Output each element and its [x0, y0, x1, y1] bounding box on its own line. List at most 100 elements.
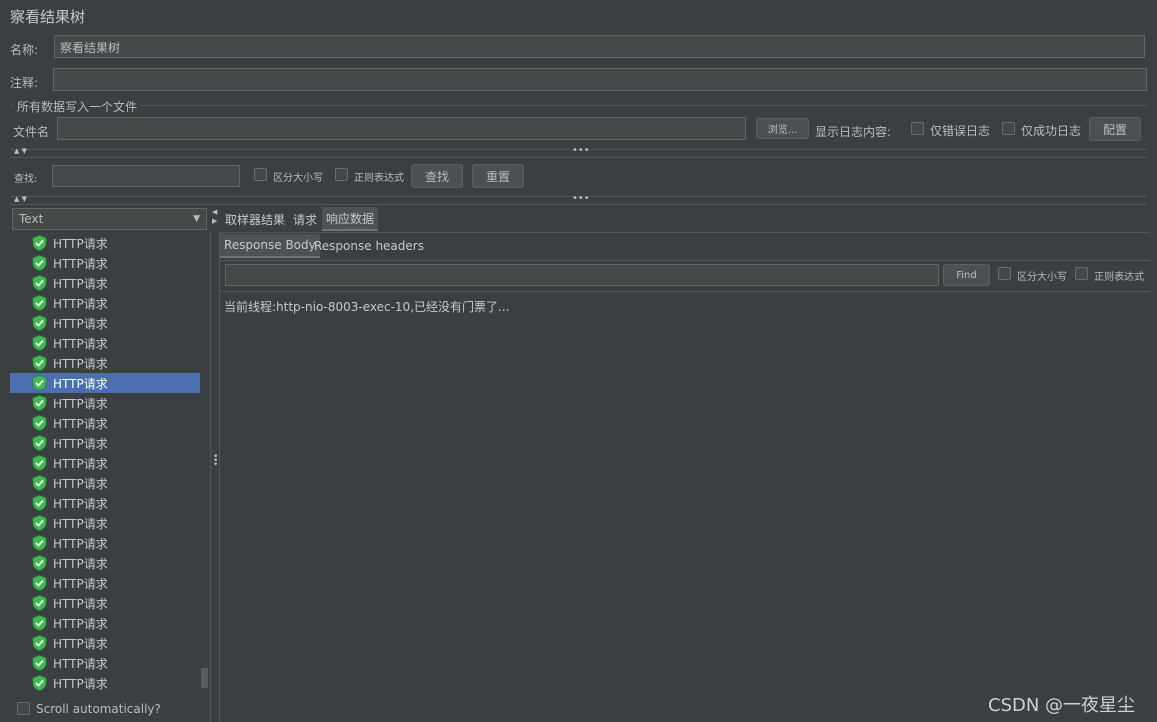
tree-item[interactable]: HTTP请求 [10, 353, 200, 373]
tree-item[interactable]: HTTP请求 [10, 593, 200, 613]
panel-divider-2 [219, 232, 220, 722]
panel-divider [210, 232, 211, 722]
response-case-label: 区分大小写 [1017, 272, 1067, 283]
subtabs-underline [220, 260, 1150, 261]
response-find-button[interactable]: Find [943, 264, 990, 286]
log-content-label: 显示日志内容: [815, 125, 892, 139]
comment-label: 注释: [10, 76, 39, 90]
filename-label: 文件名 [13, 125, 50, 139]
tree-scrollbar-thumb[interactable] [201, 668, 208, 688]
browse-button[interactable]: 浏览... [756, 118, 809, 139]
response-body-divider [220, 291, 1150, 292]
reset-button[interactable]: 重置 [472, 164, 524, 188]
subtab-response-headers[interactable]: Response headers [310, 234, 428, 258]
collapse-arrows-icon[interactable]: ◀ ▶ [212, 208, 217, 226]
tab-response-data[interactable]: 响应数据 [322, 207, 379, 231]
chevron-down-icon: ▼ [193, 214, 200, 224]
success-shield-icon [32, 375, 47, 391]
tree-item-label: HTTP请求 [53, 676, 108, 691]
tree-item[interactable]: HTTP请求 [10, 673, 200, 693]
tree-item[interactable]: HTTP请求 [10, 273, 200, 293]
name-input[interactable]: 察看结果树 [54, 35, 1145, 58]
tree-item[interactable]: HTTP请求 [10, 493, 200, 513]
splitter2-arrows-icon[interactable]: ▲ ▼ [14, 195, 27, 203]
tree-item[interactable]: HTTP请求 [10, 393, 200, 413]
search-regex-checkbox[interactable] [335, 168, 348, 181]
success-shield-icon [32, 595, 47, 611]
response-search-input[interactable] [225, 264, 939, 286]
splitter-line-bottom [10, 157, 1147, 158]
tree-item[interactable]: HTTP请求 [10, 433, 200, 453]
success-shield-icon [32, 655, 47, 671]
tree-item-label: HTTP请求 [53, 556, 108, 571]
errors-only-checkbox[interactable] [911, 122, 924, 135]
success-shield-icon [32, 615, 47, 631]
success-shield-icon [32, 495, 47, 511]
tree-item-label: HTTP请求 [53, 256, 108, 271]
splitter2-grip-icon[interactable]: ••• [572, 193, 590, 204]
tree-item[interactable]: HTTP请求 [10, 233, 200, 253]
search-case-checkbox[interactable] [254, 168, 267, 181]
success-shield-icon [32, 315, 47, 331]
tree-item[interactable]: HTTP请求 [10, 453, 200, 473]
tree-item-label: HTTP请求 [53, 496, 108, 511]
tabs-underline [220, 232, 1150, 233]
find-button[interactable]: 查找 [411, 164, 463, 188]
tree-item[interactable]: HTTP请求 [10, 473, 200, 493]
success-shield-icon [32, 255, 47, 271]
tree-item-label: HTTP请求 [53, 316, 108, 331]
panel-resize-handle-icon[interactable]: • • • [213, 453, 218, 470]
success-shield-icon [32, 675, 47, 691]
success-shield-icon [32, 415, 47, 431]
success-shield-icon [32, 335, 47, 351]
filename-input[interactable] [57, 117, 746, 140]
tree-item[interactable]: HTTP请求 [10, 553, 200, 573]
scroll-auto-label: Scroll automatically? [36, 702, 161, 716]
tree-item-label: HTTP请求 [53, 616, 108, 631]
errors-only-label: 仅错误日志 [930, 124, 991, 138]
splitter-arrows-icon[interactable]: ▲ ▼ [14, 147, 27, 155]
configure-button[interactable]: 配置 [1089, 117, 1141, 141]
splitter-grip-icon[interactable]: ••• [572, 145, 590, 156]
search-label: 查找: [14, 174, 38, 185]
comment-input[interactable] [53, 68, 1147, 91]
tree-item[interactable]: HTTP请求 [10, 653, 200, 673]
name-label: 名称: [10, 43, 39, 57]
success-shield-icon [32, 515, 47, 531]
window-title: 察看结果树 [10, 8, 86, 26]
tree-item-label: HTTP请求 [53, 396, 108, 411]
subtab-response-body[interactable]: Response Body [220, 234, 320, 258]
tab-request[interactable]: 请求 [289, 207, 321, 231]
scroll-auto-checkbox[interactable] [17, 702, 30, 715]
tree-item[interactable]: HTTP请求 [10, 573, 200, 593]
splitter2-line-bottom [10, 204, 1147, 205]
file-section-divider [10, 105, 1147, 106]
success-shield-icon [32, 435, 47, 451]
response-regex-checkbox[interactable] [1075, 267, 1088, 280]
response-case-checkbox[interactable] [998, 267, 1011, 280]
success-only-checkbox[interactable] [1002, 122, 1015, 135]
tree-item[interactable]: HTTP请求 [10, 613, 200, 633]
tree-item[interactable]: HTTP请求 [10, 333, 200, 353]
tree-item[interactable]: HTTP请求 [10, 633, 200, 653]
tree-item-label: HTTP请求 [53, 536, 108, 551]
tree-item-label: HTTP请求 [53, 376, 108, 391]
renderer-select[interactable]: Text ▼ [12, 208, 207, 230]
tree-item[interactable]: HTTP请求 [10, 293, 200, 313]
tree-item[interactable]: HTTP请求 [10, 533, 200, 553]
tree-item[interactable]: HTTP请求 [10, 313, 200, 333]
tree-item-label: HTTP请求 [53, 656, 108, 671]
success-only-label: 仅成功日志 [1021, 124, 1082, 138]
success-shield-icon [32, 475, 47, 491]
tree-item[interactable]: HTTP请求 [10, 253, 200, 273]
watermark: CSDN @一夜星尘 [988, 695, 1136, 716]
tree-item-label: HTTP请求 [53, 476, 108, 491]
response-body-text: 当前线程:http-nio-8003-exec-10,已经没有门票了... [224, 300, 510, 314]
tree-item[interactable]: HTTP请求 [10, 513, 200, 533]
tree-item[interactable]: HTTP请求 [10, 413, 200, 433]
results-tree: HTTP请求 HTTP请求 HTTP请求 HTTP请求 HTTP请求 HTTP请求 HTTP… [0, 233, 210, 693]
success-shield-icon [32, 635, 47, 651]
search-input[interactable] [52, 165, 240, 187]
tree-item[interactable]: HTTP请求 [10, 373, 200, 393]
tab-sampler-result[interactable]: 取样器结果 [221, 207, 289, 231]
